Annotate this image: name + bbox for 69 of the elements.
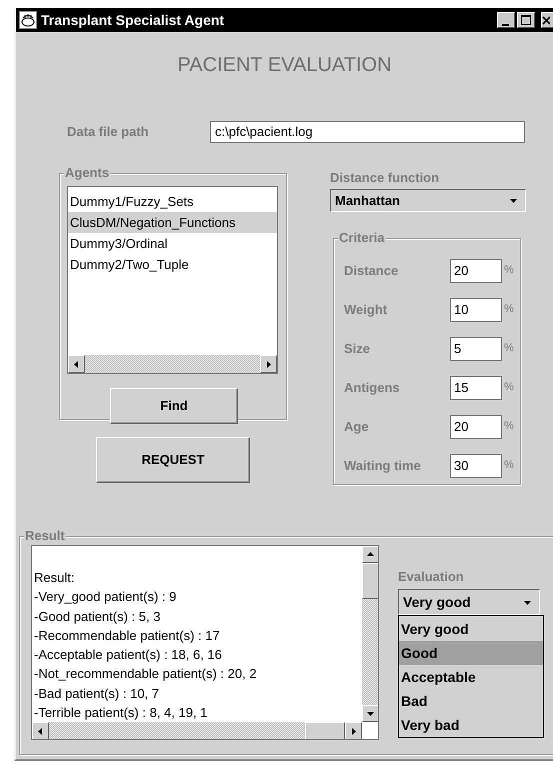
result-line: -Acceptable patient(s) : 18, 6, 16 [34, 646, 223, 664]
minimize-button[interactable] [497, 12, 515, 28]
down-arrow-icon [508, 197, 519, 204]
result-line: -Very_good patient(s) : 9 [34, 588, 178, 606]
percent-field[interactable]: 10 [450, 298, 502, 322]
percent-field[interactable]: 5 [450, 336, 502, 360]
left-arrow-icon [37, 728, 44, 735]
maximize-button[interactable] [517, 12, 535, 28]
down-arrow-icon [367, 710, 374, 718]
dropdown-option[interactable]: Bad [399, 689, 543, 713]
result-line: -Terrible patient(s) : 8, 4, 19, 1 [34, 704, 208, 722]
criterion-label: Size [344, 340, 372, 358]
down-arrow-icon [522, 598, 533, 606]
dropdown-option[interactable]: Very good [399, 617, 543, 641]
percent-field[interactable]: 30 [450, 454, 502, 478]
criterion-label: Waiting time [344, 456, 422, 475]
unit-label: % [504, 341, 514, 356]
dropdown-option[interactable]: Acceptable [399, 665, 543, 689]
result-line: -Not_recommendable patient(s) : 20, 2 [34, 665, 258, 684]
find-button[interactable]: Find [110, 388, 238, 424]
scroll-up-button[interactable] [362, 546, 378, 563]
field-label: Distance function [330, 170, 440, 186]
maximize-icon [521, 15, 531, 25]
list-item[interactable]: Dummy1/Fuzzy_Sets [68, 191, 277, 212]
result-line: Result: [34, 569, 76, 587]
result-line: -Recommendable patient(s) : 17 [34, 626, 221, 645]
list-item[interactable]: Dummy2/Two_Tuple [68, 254, 277, 275]
left-arrow-icon [73, 360, 80, 368]
list-item[interactable]: Dummy3/Ordinal [68, 233, 277, 254]
dropdown-option[interactable]: Good [399, 641, 543, 665]
evaluation-dropdown[interactable]: Very good [398, 589, 540, 615]
criterion-label: Age [344, 418, 370, 436]
scroll-right-button[interactable] [260, 355, 277, 373]
cup-icon [19, 11, 37, 29]
unit-label: % [504, 380, 514, 396]
close-icon [542, 16, 550, 24]
panel-title: Agents [64, 165, 110, 181]
criterion-label: Antigens [344, 378, 401, 397]
criterion-label: Distance [344, 262, 400, 280]
distance-dropdown[interactable]: Manhattan [330, 189, 526, 212]
window-title: Transplant Specialist Agent [41, 10, 224, 30]
list-item[interactable]: ClusDM/Negation_Functions [68, 212, 277, 233]
scroll-thumb[interactable] [362, 563, 378, 599]
percent-field[interactable]: 20 [450, 258, 502, 282]
unit-label: % [504, 263, 514, 278]
scroll-left-button[interactable] [32, 722, 49, 739]
unit-label: % [504, 458, 514, 474]
scroll-left-button[interactable] [68, 355, 85, 373]
right-arrow-icon [350, 728, 357, 735]
dropdown-option[interactable]: Very bad [399, 713, 543, 737]
up-arrow-icon [367, 551, 374, 558]
request-button[interactable]: REQUEST [96, 437, 250, 483]
percent-field[interactable]: 15 [450, 376, 502, 400]
result-line: -Good patient(s) : 5, 3 [34, 608, 162, 626]
result-line: -Bad patient(s) : 10, 7 [34, 684, 160, 703]
right-arrow-icon [265, 360, 272, 368]
unit-label: % [504, 302, 514, 318]
minimize-icon [502, 23, 510, 27]
field-label: Evaluation [398, 569, 465, 585]
criterion-label: Weight [344, 300, 388, 319]
unit-label: % [504, 419, 514, 434]
scroll-down-button[interactable] [362, 705, 378, 722]
scroll-right-button[interactable] [345, 722, 362, 739]
percent-field[interactable]: 20 [450, 414, 502, 438]
path-field[interactable]: c:\pfc\pacient.log [210, 121, 525, 143]
scroll-thumb[interactable] [305, 722, 345, 739]
field-label: Data file path [67, 123, 150, 142]
close-button[interactable] [541, 12, 553, 28]
form-heading: PACIENT EVALUATION [176, 53, 393, 78]
